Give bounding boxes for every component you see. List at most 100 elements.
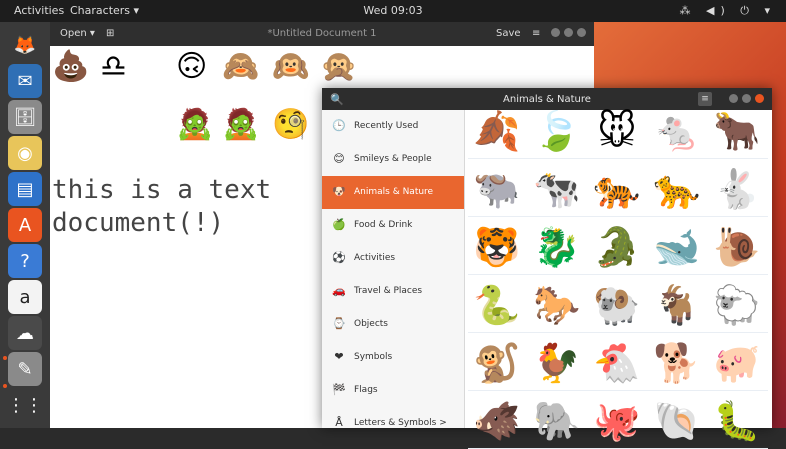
- car-icon: 🚗: [332, 284, 346, 297]
- minimize-icon[interactable]: [551, 28, 560, 37]
- document-text[interactable]: this is a text document(!): [52, 174, 271, 240]
- character-cell[interactable]: 🐍: [472, 280, 522, 330]
- smiley-icon: 😊: [333, 152, 345, 165]
- character-cell[interactable]: 🐌: [712, 222, 762, 272]
- menu-icon[interactable]: ≡: [698, 92, 712, 106]
- category-label: Flags: [354, 385, 378, 395]
- ball-icon: ⚽: [332, 251, 346, 264]
- emoji-char: ♎: [100, 49, 127, 84]
- emoji-char: 🙉: [272, 49, 310, 84]
- maximize-icon[interactable]: [742, 94, 751, 103]
- character-cell[interactable]: 🐚: [652, 396, 702, 446]
- editor-header: Open ▾ ⊞ *Untitled Document 1 Save ≡: [50, 22, 594, 46]
- apple-icon: 🍏: [332, 218, 346, 231]
- amazon-icon[interactable]: a: [8, 280, 42, 314]
- character-cell[interactable]: 🐄: [532, 164, 582, 214]
- row-divider: [468, 216, 768, 217]
- watch-icon: ⌚: [332, 317, 346, 330]
- category-label: Objects: [354, 319, 389, 329]
- menu-icon[interactable]: ≡: [532, 28, 540, 39]
- help-icon[interactable]: ?: [8, 244, 42, 278]
- category-item[interactable]: 🚗 Travel & Places: [322, 275, 464, 308]
- character-cell[interactable]: 🐅: [592, 164, 642, 214]
- category-item[interactable]: Å Letters & Symbols >: [322, 407, 464, 440]
- text-line: this is a text: [52, 175, 272, 205]
- category-sidebar: 🕒 Recently Used 😊 Smileys & People 🐶 Animals …: [322, 110, 465, 429]
- category-label: Food & Drink: [354, 220, 413, 230]
- category-label: Animals & Nature: [354, 187, 434, 197]
- character-cell[interactable]: 🐗: [472, 396, 522, 446]
- row-divider: [468, 158, 768, 159]
- category-item[interactable]: 🏁 Flags: [322, 374, 464, 407]
- character-cell[interactable]: 🐁: [652, 106, 702, 156]
- close-icon[interactable]: [755, 94, 764, 103]
- running-indicator: [3, 356, 7, 360]
- characters-window: 🔍 Animals & Nature ≡ 🕒 Recently Used 😊 Smil…: [322, 88, 772, 449]
- category-label: Smileys & People: [354, 154, 432, 164]
- running-indicator: [3, 384, 7, 388]
- maximize-icon[interactable]: [564, 28, 573, 37]
- category-label: Recently Used: [354, 121, 419, 131]
- category-label: Letters & Symbols >: [354, 418, 447, 428]
- thunderbird-icon[interactable]: ✉: [8, 64, 42, 98]
- category-item[interactable]: 🍏 Food & Drink: [322, 209, 464, 242]
- text-line: document(!): [52, 208, 225, 238]
- character-cell[interactable]: 🐭: [592, 106, 642, 156]
- emoji-char: 💩: [52, 49, 90, 84]
- category-label: Symbols: [354, 352, 393, 362]
- save-button[interactable]: Save: [496, 28, 521, 39]
- text-editor-icon[interactable]: ✎: [8, 352, 42, 386]
- character-cell[interactable]: 🍂: [472, 106, 522, 156]
- character-cell[interactable]: 🐖: [712, 338, 762, 388]
- character-cell[interactable]: 🐛: [712, 396, 762, 446]
- emoji-char: 🧟: [222, 107, 260, 142]
- character-cell[interactable]: 🐂: [712, 106, 762, 156]
- emoji-char: 🧟: [176, 107, 214, 142]
- system-tray[interactable]: ⁂ ◀) ⏻ ▾: [680, 4, 776, 18]
- files-icon[interactable]: 🗄: [8, 100, 42, 134]
- clock[interactable]: Wed 09:03: [0, 4, 786, 17]
- category-item[interactable]: ⌚ Objects: [322, 308, 464, 341]
- recently-used-icon: 🕒: [332, 119, 346, 132]
- category-item[interactable]: 😊 Smileys & People: [322, 143, 464, 176]
- character-cell[interactable]: 🐎: [532, 280, 582, 330]
- character-cell[interactable]: 🐇: [712, 164, 762, 214]
- character-cell[interactable]: 🐏: [592, 280, 642, 330]
- character-cell[interactable]: 🐯: [472, 222, 522, 272]
- character-cell[interactable]: 🐊: [592, 222, 642, 272]
- flag-icon: 🏁: [332, 383, 346, 396]
- firefox-icon[interactable]: 🦊: [8, 28, 42, 62]
- character-cell[interactable]: 🐔: [592, 338, 642, 388]
- character-cell[interactable]: 🐉: [532, 222, 582, 272]
- animal-icon: 🐶: [332, 185, 346, 198]
- emoji-char: 🧐: [272, 107, 310, 142]
- top-bar: Activities Characters ▾ Wed 09:03 ⁂ ◀) ⏻…: [0, 0, 786, 22]
- apps-grid-icon[interactable]: ⋮⋮: [7, 388, 43, 422]
- character-cell[interactable]: 🐒: [472, 338, 522, 388]
- heart-icon: ❤: [334, 350, 344, 363]
- character-cell[interactable]: 🐙: [592, 396, 642, 446]
- character-cell[interactable]: 🐐: [652, 280, 702, 330]
- character-grid: 🍂 🍃 🐭 🐁 🐂 🐃 🐄 🐅 🐆 🐇 🐯 🐉 🐊 🐋 🐌 🐍 🐎 🐏 🐐 🐑 🐒 🐓 🐔 🐕 🐖 🐗 🐘 🐙 🐚 🐛: [468, 109, 768, 449]
- character-cell[interactable]: 🐘: [532, 396, 582, 446]
- category-item[interactable]: ⚽ Activities: [322, 242, 464, 275]
- character-cell[interactable]: 🐑: [712, 280, 762, 330]
- category-item[interactable]: 🐶 Animals & Nature: [322, 176, 464, 209]
- character-cell[interactable]: 🐕: [652, 338, 702, 388]
- emoji-char: 🙈: [222, 49, 260, 84]
- character-cell[interactable]: 🐃: [472, 164, 522, 214]
- row-divider: [468, 390, 768, 391]
- minimize-icon[interactable]: [729, 94, 738, 103]
- rhythmbox-icon[interactable]: ◉: [8, 136, 42, 170]
- character-cell[interactable]: 🐓: [532, 338, 582, 388]
- category-label: Activities: [354, 253, 396, 263]
- category-item[interactable]: ❤ Symbols: [322, 341, 464, 374]
- character-cell[interactable]: 🐆: [652, 164, 702, 214]
- software-icon[interactable]: A: [8, 208, 42, 242]
- characters-icon[interactable]: ☁: [8, 316, 42, 350]
- writer-icon[interactable]: ▤: [8, 172, 42, 206]
- close-icon[interactable]: [577, 28, 586, 37]
- character-cell[interactable]: 🐋: [652, 222, 702, 272]
- character-cell[interactable]: 🍃: [532, 106, 582, 156]
- category-item[interactable]: 🕒 Recently Used: [322, 110, 464, 143]
